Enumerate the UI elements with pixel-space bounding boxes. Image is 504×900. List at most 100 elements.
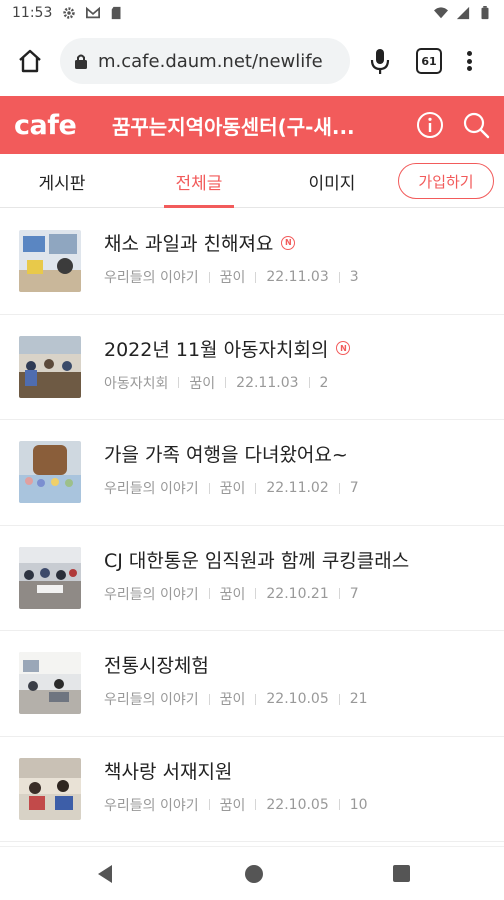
post-title[interactable]: 전통시장체험 bbox=[104, 651, 209, 678]
post-title-text: 채소 과일과 친해져요 bbox=[104, 233, 274, 255]
post-title-text: 2022년 11월 아동자치회의 bbox=[104, 338, 329, 361]
post-meta: 우리들의 이야기 꿈이 22.11.02 7 bbox=[104, 478, 359, 498]
post-meta: 우리들의 이야기 꿈이 22.10.21 7 bbox=[104, 584, 359, 604]
new-badge: N bbox=[281, 235, 296, 250]
post-author: 꿈이 bbox=[219, 692, 246, 708]
divider bbox=[338, 482, 340, 494]
tabs-button[interactable]: 61 bbox=[416, 48, 442, 74]
post-date: 22.10.21 bbox=[266, 585, 329, 602]
post-date: 22.10.05 bbox=[266, 796, 329, 813]
tab-bar: 게시판 전체글 이미지 가입하기 bbox=[0, 154, 504, 208]
address-bar[interactable]: m.cafe.daum.net/newlife bbox=[60, 38, 350, 84]
sd-card-icon bbox=[112, 6, 121, 20]
post-board: 아동자치회 bbox=[104, 375, 169, 392]
gmail-icon bbox=[86, 6, 101, 19]
divider bbox=[338, 588, 340, 599]
post-title-text: 가을 가족 여행을 다녀왔어요~ bbox=[104, 444, 348, 466]
search-icon[interactable] bbox=[462, 111, 490, 139]
post-board: 우리들의 이야기 bbox=[104, 797, 199, 814]
post-thumbnail[interactable] bbox=[19, 757, 81, 820]
tab-all-posts[interactable]: 전체글 bbox=[151, 154, 247, 208]
list-item[interactable]: 2022년 11월 아동자치회의 N 아동자치회 꿈이 22.11.03 2 bbox=[0, 315, 504, 420]
post-title-text: 전통시장체험 bbox=[104, 655, 209, 677]
list-item[interactable]: 채소 과일과 친해져요 N 우리들의 이야기 꿈이 22.11.03 3 bbox=[0, 209, 504, 315]
post-board: 우리들의 이야기 bbox=[104, 481, 199, 497]
gear-icon bbox=[63, 7, 76, 19]
post-thumbnail[interactable] bbox=[19, 230, 81, 292]
post-meta: 우리들의 이야기 꿈이 22.11.03 3 bbox=[104, 267, 359, 287]
post-comment-count: 2 bbox=[319, 374, 329, 391]
post-thumbnail[interactable] bbox=[19, 335, 81, 398]
post-meta: 우리들의 이야기 꿈이 22.10.05 10 bbox=[104, 795, 368, 815]
back-icon[interactable] bbox=[96, 864, 114, 884]
post-title[interactable]: 책사랑 서재지원 bbox=[104, 757, 232, 784]
divider bbox=[178, 377, 180, 388]
post-comment-count: 7 bbox=[349, 480, 359, 496]
list-item[interactable]: CJ 대한통운 임직원과 함께 쿠킹클래스 우리들의 이야기 꿈이 22.10.… bbox=[0, 526, 504, 631]
recent-apps-icon[interactable] bbox=[393, 865, 410, 882]
post-author: 꿈이 bbox=[219, 586, 246, 603]
status-time: 11:53 bbox=[12, 5, 53, 21]
post-date: 22.10.05 bbox=[266, 691, 329, 707]
list-item[interactable]: 책사랑 서재지원 우리들의 이야기 꿈이 22.10.05 10 bbox=[0, 737, 504, 842]
home-icon bbox=[19, 49, 41, 73]
post-title-text: CJ 대한통운 임직원과 함께 쿠킹클래스 bbox=[104, 549, 410, 572]
divider bbox=[338, 799, 340, 810]
divider bbox=[225, 377, 227, 388]
post-date: 22.11.03 bbox=[236, 374, 299, 391]
post-list: 채소 과일과 친해져요 N 우리들의 이야기 꿈이 22.11.03 3 202… bbox=[0, 209, 504, 842]
wifi-icon bbox=[434, 7, 448, 19]
home-button[interactable] bbox=[14, 45, 46, 77]
post-author: 꿈이 bbox=[189, 375, 216, 392]
battery-icon bbox=[481, 6, 489, 20]
post-comment-count: 7 bbox=[349, 585, 359, 602]
post-thumbnail[interactable] bbox=[19, 441, 81, 503]
mic-icon bbox=[370, 49, 390, 74]
menu-dot bbox=[466, 66, 472, 71]
list-item[interactable]: 가을 가족 여행을 다녀왔어요~ 우리들의 이야기 꿈이 22.11.02 7 bbox=[0, 420, 504, 526]
post-meta: 아동자치회 꿈이 22.11.03 2 bbox=[104, 373, 328, 393]
browser-toolbar: m.cafe.daum.net/newlife 61 bbox=[0, 26, 504, 96]
divider bbox=[338, 693, 340, 705]
tab-board[interactable]: 게시판 bbox=[14, 154, 110, 208]
join-button[interactable]: 가입하기 bbox=[398, 163, 494, 199]
divider bbox=[255, 271, 257, 283]
url-text: m.cafe.daum.net/newlife bbox=[98, 50, 323, 72]
divider bbox=[208, 693, 210, 705]
post-thumbnail[interactable] bbox=[19, 546, 81, 609]
cafe-logo[interactable]: cafe bbox=[14, 110, 102, 141]
status-bar: 11:53 bbox=[0, 0, 504, 26]
post-author: 꿈이 bbox=[219, 797, 246, 814]
divider bbox=[255, 693, 257, 705]
post-author: 꿈이 bbox=[219, 270, 246, 286]
post-date: 22.11.03 bbox=[266, 269, 329, 285]
tab-images[interactable]: 이미지 bbox=[284, 154, 380, 208]
post-title[interactable]: 가을 가족 여행을 다녀왔어요~ bbox=[104, 440, 348, 467]
active-tab-indicator bbox=[164, 205, 234, 208]
status-left: 11:53 bbox=[12, 5, 124, 21]
post-title[interactable]: 채소 과일과 친해져요 N bbox=[104, 229, 296, 256]
signal-icon bbox=[456, 6, 470, 20]
post-title[interactable]: 2022년 11월 아동자치회의 N bbox=[104, 335, 351, 362]
system-navigation-bar bbox=[0, 846, 504, 900]
post-thumbnail[interactable] bbox=[19, 652, 81, 714]
cafe-title[interactable]: 꿈꾸는지역아동센터(구-새... bbox=[112, 111, 387, 140]
home-circle-icon[interactable] bbox=[245, 865, 263, 883]
menu-dot bbox=[466, 51, 472, 56]
divider bbox=[338, 271, 340, 283]
post-title[interactable]: CJ 대한통운 임직원과 함께 쿠킹클래스 bbox=[104, 546, 409, 573]
post-board: 우리들의 이야기 bbox=[104, 692, 199, 708]
divider bbox=[208, 271, 210, 283]
list-item[interactable]: 전통시장체험 우리들의 이야기 꿈이 22.10.05 21 bbox=[0, 631, 504, 737]
divider bbox=[255, 799, 257, 810]
divider bbox=[255, 588, 257, 599]
voice-search-button[interactable] bbox=[366, 45, 394, 77]
divider bbox=[208, 799, 210, 810]
post-board: 우리들의 이야기 bbox=[104, 586, 199, 603]
post-board: 우리들의 이야기 bbox=[104, 270, 199, 286]
lock-icon bbox=[75, 54, 87, 69]
more-vert-icon[interactable] bbox=[464, 48, 474, 74]
post-title-text: 책사랑 서재지원 bbox=[104, 760, 233, 783]
info-icon[interactable] bbox=[416, 111, 444, 139]
cafe-header: cafe 꿈꾸는지역아동센터(구-새... bbox=[0, 96, 504, 154]
